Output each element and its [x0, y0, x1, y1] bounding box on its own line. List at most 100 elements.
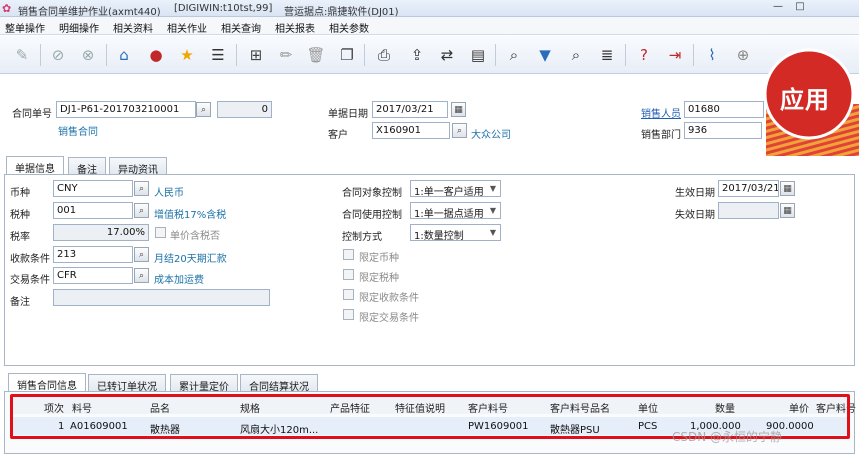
delete-icon[interactable]: 🗑 [306, 45, 326, 65]
menu-item-3[interactable]: 相关资料 [113, 20, 153, 35]
tab-contract-info[interactable]: 销售合同信息 [8, 373, 86, 392]
usage-control-value: 1:单一据点适用 [414, 209, 484, 220]
effective-date-label: 生效日期 [675, 188, 715, 199]
toolbar: ✎ ⊘ ⊗ ⌂ ● ★ ☰ ⊞ ✏ 🗑 ❐ ⎙ ⇪ ⇄ ▤ ⌕ ▼ ⌕ ≣ ? … [0, 36, 859, 74]
new-doc-icon[interactable]: ⊞ [246, 45, 266, 65]
doc-date-field[interactable]: 2017/03/21 [372, 101, 448, 118]
home-icon[interactable]: ⌂ [114, 45, 134, 65]
object-control-select[interactable]: 1:单一客户适用 ▼ [410, 180, 501, 198]
menu-item-6[interactable]: 相关报表 [275, 20, 315, 35]
limit-trade-label: 限定交易条件 [359, 313, 419, 324]
edit-icon[interactable]: ✏ [276, 45, 296, 65]
minimize-button[interactable]: — [770, 1, 786, 15]
currency-lookup-icon[interactable]: ⌕ [134, 181, 149, 196]
limit-currency-label: 限定币种 [359, 253, 399, 264]
salesperson-link[interactable]: 销售人员 [641, 105, 681, 120]
convert-icon[interactable]: ⇄ [437, 45, 457, 65]
report-icon[interactable]: ▤ [468, 45, 488, 65]
cancel-icon[interactable]: ⊗ [78, 45, 98, 65]
menu-item-4[interactable]: 相关作业 [167, 20, 207, 35]
query-list-icon[interactable]: ≣ [597, 45, 617, 65]
contract-no-label: 合同单号 [12, 109, 52, 120]
rate-label: 税率 [10, 232, 30, 243]
menu-item-7[interactable]: 相关参数 [329, 20, 369, 35]
tax-label: 税种 [10, 210, 30, 221]
expire-calendar-icon[interactable]: ▦ [780, 203, 795, 218]
dept-label: 销售部门 [641, 130, 681, 141]
location-pin-icon[interactable]: ● [146, 45, 166, 65]
toolbar-divider [625, 44, 626, 66]
dept-field[interactable]: 936 [684, 122, 762, 139]
menu-item-1[interactable]: 整单操作 [5, 20, 45, 35]
tab-remark[interactable]: 备注 [68, 157, 106, 176]
chevron-down-icon: ▼ [489, 184, 497, 193]
remark-field[interactable] [53, 289, 270, 306]
contract-type-label: 销售合同 [58, 127, 98, 138]
contract-lookup-icon[interactable]: ⌕ [196, 102, 211, 117]
search-icon[interactable]: ⌕ [504, 45, 524, 65]
menu-item-2[interactable]: 明细操作 [59, 20, 99, 35]
tab-change-info[interactable]: 异动资讯 [109, 157, 167, 176]
customer-code-field[interactable]: X160901 [372, 122, 450, 139]
toolbar-divider [693, 44, 694, 66]
copy-icon[interactable]: ❐ [337, 45, 357, 65]
object-control-value: 1:单一客户适用 [414, 187, 484, 198]
version-field: 0 [217, 101, 272, 118]
customer-lookup-icon[interactable]: ⌕ [452, 123, 467, 138]
usage-control-select[interactable]: 1:单一据点适用 ▼ [410, 202, 501, 220]
tab-order-status[interactable]: 已转订单状况 [88, 374, 166, 393]
salesperson-field[interactable]: 01680 [684, 101, 764, 118]
tax-field[interactable]: 001 [53, 202, 133, 219]
tab-doc-info[interactable]: 单据信息 [6, 156, 64, 175]
currency-label: 币种 [10, 188, 30, 199]
limit-payment-label: 限定收款条件 [359, 293, 419, 304]
crosshair-icon[interactable]: ⊕ [733, 45, 753, 65]
help-icon[interactable]: ? [634, 45, 654, 65]
usage-control-label: 合同使用控制 [342, 210, 402, 221]
list-icon[interactable]: ☰ [208, 45, 228, 65]
toolbar-divider [364, 44, 365, 66]
contract-no-field[interactable]: DJ1-P61-201703210001 [56, 101, 196, 118]
tab-cumulative-pricing[interactable]: 累计量定价 [170, 374, 238, 393]
expire-date-label: 失效日期 [675, 210, 715, 221]
watermark: CSDN @永恒的宁静 [672, 430, 783, 444]
currency-name: 人民币 [154, 188, 184, 199]
calendar-icon[interactable]: ▦ [451, 102, 466, 117]
toolbar-divider [236, 44, 237, 66]
exit-icon[interactable]: ⇥ [665, 45, 685, 65]
menu-item-5[interactable]: 相关查询 [221, 20, 261, 35]
effective-date-field[interactable]: 2017/03/21 [718, 180, 779, 197]
star-icon[interactable]: ★ [177, 45, 197, 65]
payment-field[interactable]: 213 [53, 246, 133, 263]
rate-field: 17.00% [53, 224, 149, 241]
customer-name: 大众公司 [471, 130, 511, 141]
print-icon[interactable]: ⎙ [374, 45, 394, 65]
server-label: [DIGIWIN:t10tst,99] [174, 3, 273, 14]
trade-lookup-icon[interactable]: ⌕ [134, 268, 149, 283]
tab-settlement-status[interactable]: 合同结算状况 [240, 374, 318, 393]
attachment-icon[interactable]: ⌇ [702, 45, 722, 65]
doc-date-label: 单据日期 [328, 109, 368, 120]
sign-icon[interactable]: ✎ [12, 45, 32, 65]
window-title: 销售合同单维护作业(axmt440) [18, 7, 161, 18]
expire-date-field[interactable] [718, 202, 779, 219]
maximize-button[interactable]: □ [792, 1, 808, 15]
payment-label: 收款条件 [10, 254, 50, 265]
tax-included-checkbox [155, 227, 166, 238]
trade-field[interactable]: CFR [53, 267, 133, 284]
control-mode-select[interactable]: 1:数量控制 ▼ [410, 224, 501, 242]
currency-field[interactable]: CNY [53, 180, 133, 197]
filter-icon[interactable]: ▼ [535, 45, 555, 65]
limit-currency-checkbox [343, 249, 354, 260]
control-mode-value: 1:数量控制 [414, 231, 464, 242]
toolbar-divider [40, 44, 41, 66]
confirm-icon[interactable]: ⊘ [48, 45, 68, 65]
export-icon[interactable]: ⇪ [407, 45, 427, 65]
remark-label: 备注 [10, 297, 30, 308]
apply-badge[interactable]: 应用 [762, 44, 859, 156]
toolbar-divider [495, 44, 496, 66]
payment-lookup-icon[interactable]: ⌕ [134, 247, 149, 262]
tax-lookup-icon[interactable]: ⌕ [134, 203, 149, 218]
advanced-search-icon[interactable]: ⌕ [566, 45, 586, 65]
effective-calendar-icon[interactable]: ▦ [780, 181, 795, 196]
